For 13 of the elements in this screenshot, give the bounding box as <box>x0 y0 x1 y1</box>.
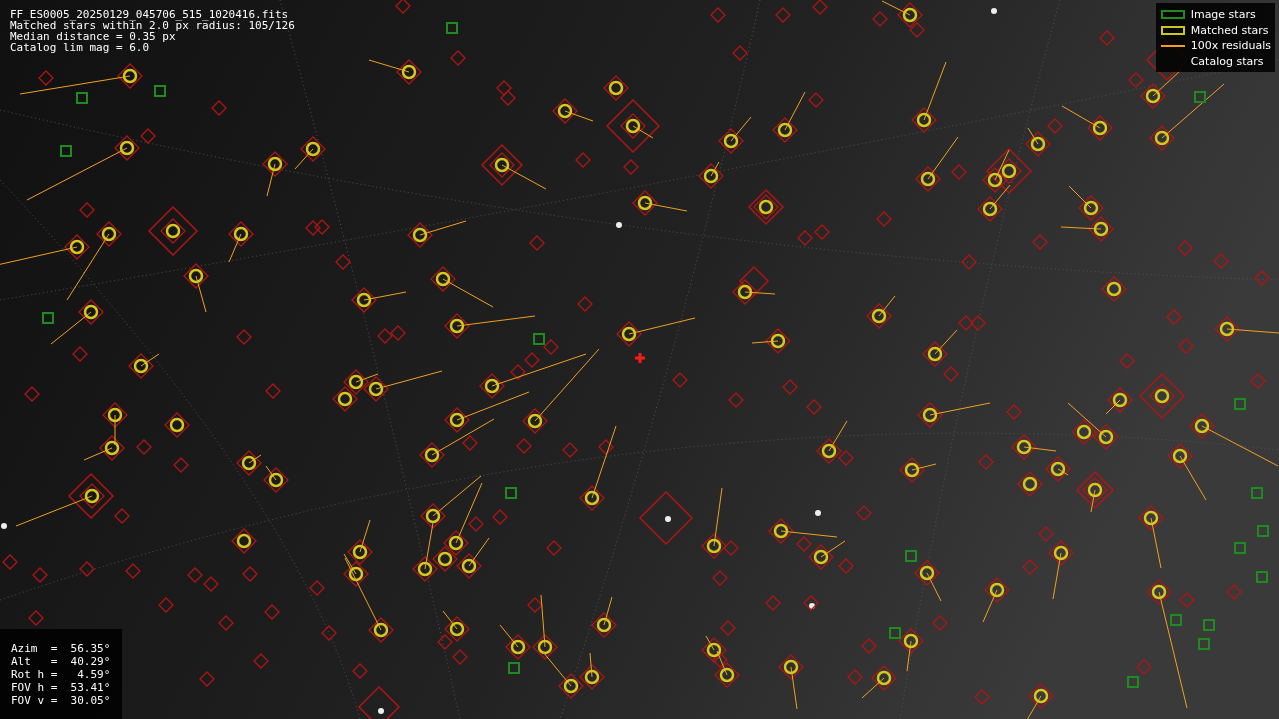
legend-label: Catalog stars <box>1190 54 1264 68</box>
legend-label: 100x residuals <box>1190 39 1271 53</box>
info-text: Median distance = 0.35 px <box>10 31 176 42</box>
info-text: FF_ES0005_20250129_045706_515_1020416.fits <box>10 9 289 20</box>
info-text: Matched stars within 2.0 px radius: 105/126 <box>10 20 295 31</box>
telemetry-text: Azim = 56.35° <box>11 642 111 655</box>
telemetry-text: Alt = 40.29° <box>11 655 111 668</box>
legend-label: Matched stars <box>1190 23 1269 37</box>
telemetry-text: FOV h = 53.41° <box>11 681 111 694</box>
telemetry-text: FOV v = 30.05° <box>11 694 111 707</box>
legend-label: Image stars <box>1190 8 1256 22</box>
info-text: Catalog lim mag = 6.0 <box>10 42 150 53</box>
telemetry-text: Rot h = 4.59° <box>11 668 111 681</box>
